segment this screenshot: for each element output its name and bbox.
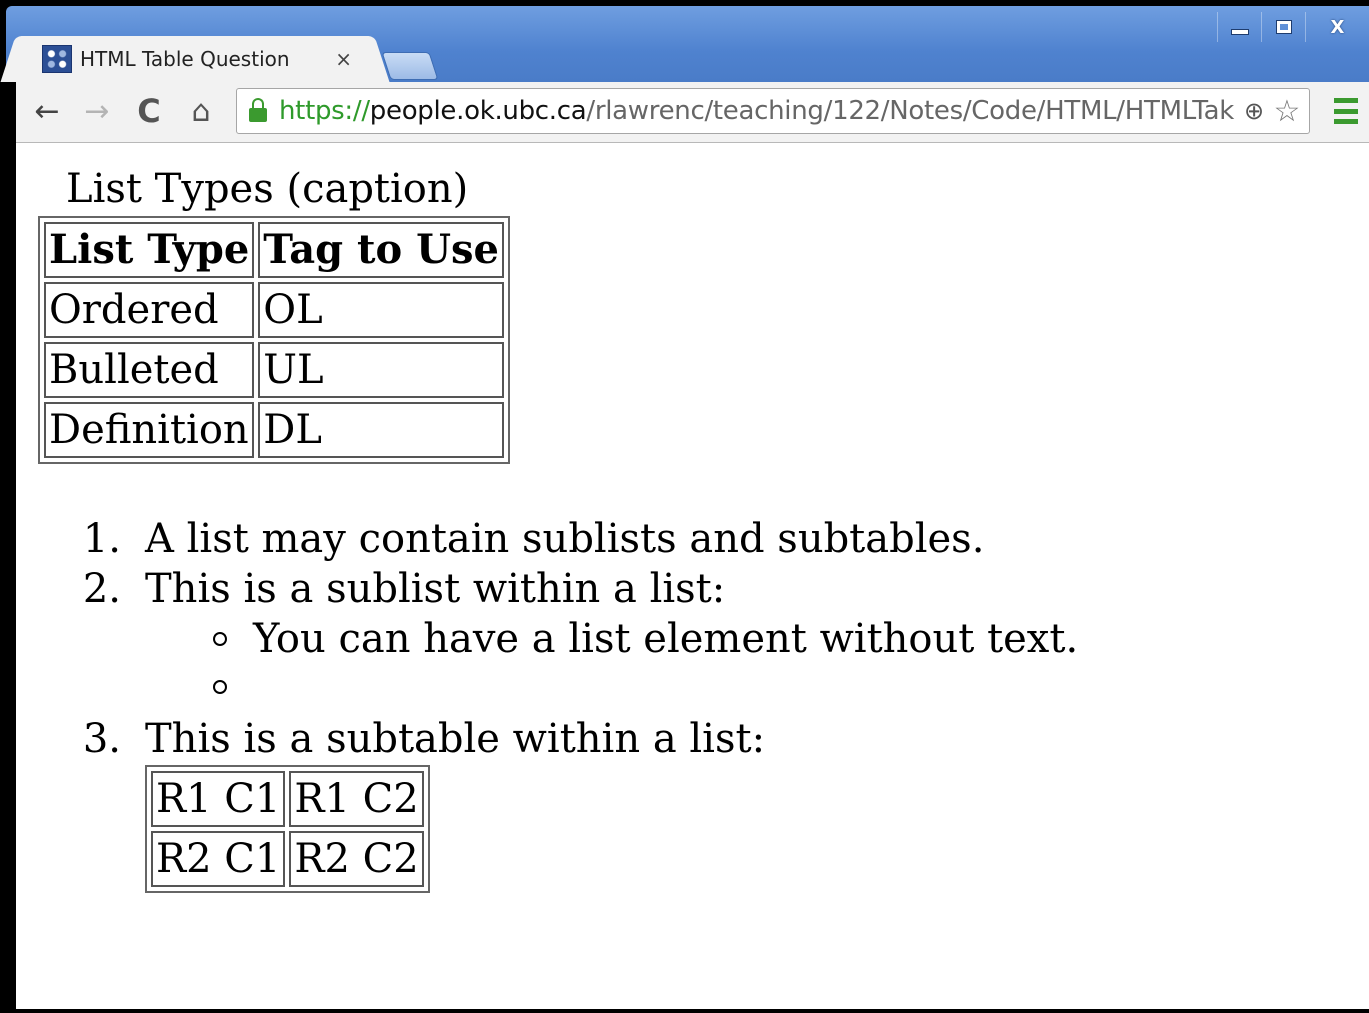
sublist-item-text: You can have a list element without text…	[253, 616, 1079, 662]
header-tag-to-use: Tag to Use	[258, 222, 504, 278]
list-item-text: A list may contain sublists and subtable…	[145, 516, 985, 562]
home-button[interactable]: ⌂	[182, 92, 220, 130]
back-arrow-icon: ←	[34, 93, 60, 129]
table-row: Ordered OL	[44, 282, 504, 338]
list-item-text: This is a subtable within a list:	[145, 716, 766, 762]
list-item-number: 1.	[82, 516, 121, 562]
table-cell: Definition	[44, 402, 255, 458]
url-text[interactable]: https://people.ok.ubc.ca/rlawrenc/teachi…	[279, 96, 1239, 126]
table-row: R2 C1 R2 C2	[151, 831, 424, 887]
close-window-icon: X	[1330, 16, 1345, 38]
circle-bullet-icon	[213, 632, 227, 646]
back-button[interactable]: ←	[28, 92, 66, 130]
new-tab-button[interactable]	[381, 52, 439, 80]
subtable: R1 C1 R1 C2 R2 C1 R2 C2	[145, 765, 430, 893]
table-cell: R2 C1	[151, 831, 286, 887]
url-scheme: https://	[279, 96, 370, 126]
tab-html-table-question[interactable]: HTML Table Question ×	[22, 36, 368, 82]
table-cell: Ordered	[44, 282, 255, 338]
list-item-number: 2.	[82, 566, 121, 612]
table-cell: R2 C2	[289, 831, 424, 887]
bookmark-star-icon[interactable]: ☆	[1269, 93, 1305, 129]
browser-window: X HTML Table Question × ← → C ⌂ https://…	[0, 0, 1369, 1013]
window-bottom-edge	[0, 1009, 1369, 1013]
maximize-icon	[1275, 20, 1292, 34]
browser-toolbar: ← → C ⌂ https://people.ok.ubc.ca/rlawren…	[16, 82, 1369, 143]
header-list-type: List Type	[44, 222, 255, 278]
tab-close-icon[interactable]: ×	[335, 47, 352, 71]
table-header-row: List Type Tag to Use	[44, 222, 504, 278]
list-item-text: This is a sublist within a list:	[145, 566, 726, 612]
window-controls: X	[1217, 12, 1369, 44]
address-bar[interactable]: https://people.ok.ubc.ca/rlawrenc/teachi…	[236, 88, 1310, 134]
site-favicon-icon	[42, 45, 72, 73]
close-window-button[interactable]: X	[1305, 12, 1369, 42]
minimize-button[interactable]	[1217, 12, 1261, 42]
tab-title: HTML Table Question	[80, 47, 290, 71]
url-host: people.ok.ubc.ca	[369, 96, 587, 126]
hamburger-menu-icon[interactable]	[1334, 98, 1358, 124]
lock-icon[interactable]	[249, 98, 267, 122]
maximize-button[interactable]	[1261, 12, 1305, 42]
minimize-icon	[1230, 29, 1249, 35]
forward-button[interactable]: →	[78, 92, 116, 130]
table-cell: DL	[258, 402, 504, 458]
home-icon: ⌂	[191, 93, 211, 129]
reload-icon: C	[137, 92, 161, 130]
table-cell: R1 C2	[289, 771, 424, 827]
page-content: List Types (caption) List Type Tag to Us…	[16, 143, 1369, 1009]
table-cell: UL	[258, 342, 504, 398]
table-row: R1 C1 R1 C2	[151, 771, 424, 827]
table-row: Bulleted UL	[44, 342, 504, 398]
table-caption: List Types (caption)	[66, 166, 469, 212]
table-cell: R1 C1	[151, 771, 286, 827]
table-row: Definition DL	[44, 402, 504, 458]
circle-bullet-icon	[213, 680, 227, 694]
forward-arrow-icon: →	[84, 93, 110, 129]
list-types-table: List Type Tag to Use Ordered OL Bulleted…	[38, 216, 510, 464]
list-item-number: 3.	[82, 716, 121, 762]
reload-button[interactable]: C	[130, 92, 168, 130]
table-cell: Bulleted	[44, 342, 255, 398]
zoom-icon[interactable]: ⊕	[1239, 96, 1269, 126]
url-path: /rlawrenc/teaching/122/Notes/Code/HTML/H…	[586, 96, 1234, 126]
table-cell: OL	[258, 282, 504, 338]
